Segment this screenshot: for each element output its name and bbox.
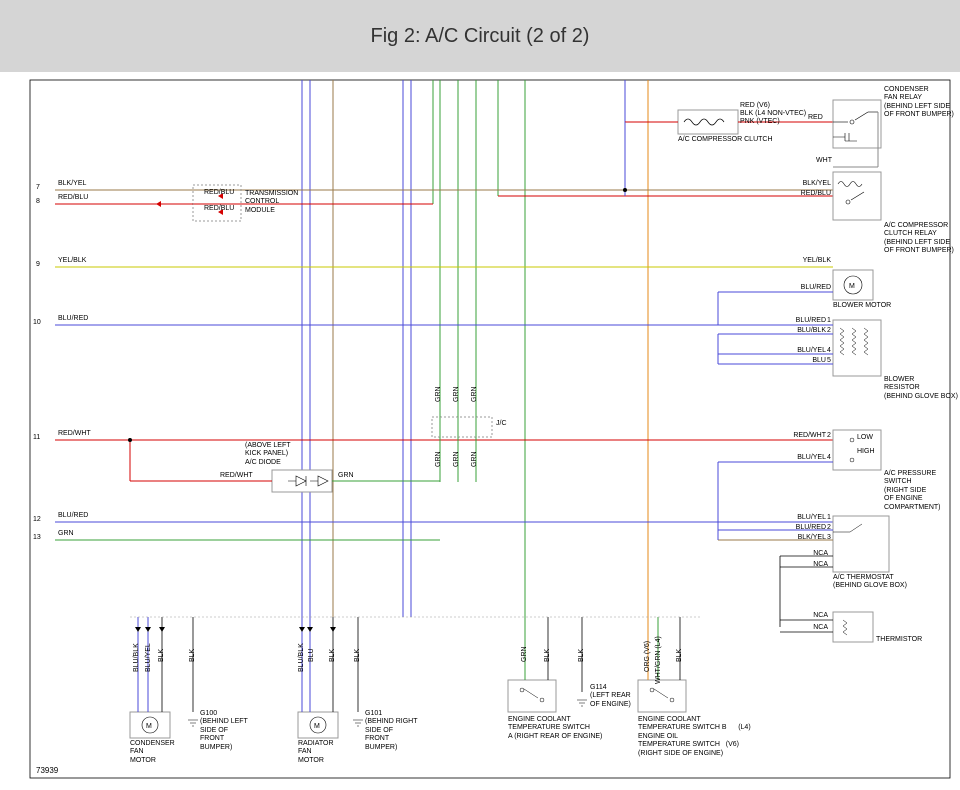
ac-comp-clutch-relay-label: A/C COMPRESSOR CLUTCH RELAY (BEHIND LEFT… [884, 222, 954, 256]
g114-label: G114 (LEFT REAR OF ENGINE) [590, 684, 631, 709]
wire-grn-jc2: GRN [453, 386, 461, 402]
wire-blu-yel-cfm: BLU/YEL [145, 643, 153, 672]
pin-7: 7 [36, 184, 40, 191]
wire-red-top: RED [808, 114, 823, 122]
ac-diode-label: (ABOVE LEFT KICK PANEL) A/C DIODE [245, 442, 291, 467]
tcm-label: TRANSMISSION CONTROL MODULE [245, 190, 298, 215]
wire-blk-g101: BLK [354, 649, 362, 662]
thermistor-label: THERMISTOR [876, 636, 922, 644]
wire-blu-yel-res: BLU/YEL [790, 347, 826, 355]
ac-pressure-switch-label: A/C PRESSURE SWITCH (RIGHT SIDE OF ENGIN… [884, 470, 941, 512]
pin-11: 11 [33, 434, 40, 441]
wire-grn-jc6: GRN [471, 451, 479, 467]
wire-red-blu-tcm1: RED/BLU [204, 189, 234, 197]
ect-switch-b-label: ENGINE COOLANT TEMPERATURE SWITCH B (L4)… [638, 716, 751, 758]
condenser-fan-motor-label: CONDENSER FAN MOTOR [130, 740, 175, 765]
wire-blu-red-res: BLU/RED [790, 317, 826, 325]
wire-grn-jc1: GRN [435, 386, 443, 402]
wire-grn-diode: GRN [338, 472, 354, 480]
svg-text:M: M [314, 723, 320, 730]
radiator-fan-motor-label: RADIATOR FAN MOTOR [298, 740, 334, 765]
ps-4: 4 [827, 454, 831, 462]
wire-blu-blk-rfm: BLU/BLK [298, 643, 306, 672]
pin-9: 9 [36, 261, 40, 268]
wire-blu-red-10: BLU/RED [58, 315, 88, 323]
wire-blk-yel-th: BLK/YEL [790, 534, 826, 542]
wire-blk-cfm: BLK [158, 649, 166, 662]
wire-blk-ecta: BLK [544, 649, 552, 662]
blower-motor-label: BLOWER MOTOR [833, 302, 891, 310]
th-2: 2 [827, 524, 831, 532]
diagram-title: Fig 2: A/C Circuit (2 of 2) [0, 0, 960, 72]
wire-red-blu-r: RED/BLU [795, 190, 831, 198]
wire-blu-res: BLU [790, 357, 826, 365]
wire-blu-red-r1: BLU/RED [795, 284, 831, 292]
wire-grn-jc3: GRN [471, 386, 479, 402]
wire-grn-13: GRN [58, 530, 74, 538]
wire-yel-blk-r: YEL/BLK [795, 257, 831, 265]
wire-red-blu-tcm2: RED/BLU [204, 205, 234, 213]
wire-blk-rfm: BLK [329, 649, 337, 662]
wire-blu-blk-res: BLU/BLK [790, 327, 826, 335]
wire-blu-rfm: BLU [308, 648, 316, 662]
wire-pnk-vtec: PNK (VTEC) [740, 118, 780, 126]
wire-yel-blk-9: YEL/BLK [58, 257, 86, 265]
wire-grn-jc5: GRN [453, 451, 461, 467]
wire-blk-g100: BLK [189, 649, 197, 662]
wire-blu-yel-th: BLU/YEL [790, 514, 826, 522]
condenser-fan-relay-label: CONDENSER FAN RELAY (BEHIND LEFT SIDE OF… [884, 86, 954, 120]
wire-red-wht-ps: RED/WHT [790, 432, 826, 440]
svg-text:M: M [849, 283, 855, 290]
g100-label: G100 (BEHIND LEFT SIDE OF FRONT BUMPER) [200, 710, 248, 752]
res-1: 1 [827, 317, 831, 325]
pin-8: 8 [36, 198, 40, 205]
ps-high: HIGH [857, 448, 875, 456]
wire-red-wht-11: RED/WHT [58, 430, 91, 438]
wire-blk-ectb: BLK [676, 649, 684, 662]
ect-switch-a-label: ENGINE COOLANT TEMPERATURE SWITCH A (RIG… [508, 716, 602, 741]
wire-red-blu-8: RED/BLU [58, 194, 88, 202]
wire-wht: WHT [810, 157, 832, 165]
wire-blu-red-th: BLU/RED [790, 524, 826, 532]
blower-resistor-label: BLOWER RESISTOR (BEHIND GLOVE BOX) [884, 376, 958, 401]
res-5: 5 [827, 357, 831, 365]
wire-blk-yel-r: BLK/YEL [795, 180, 831, 188]
svg-text:M: M [146, 723, 152, 730]
th-3: 3 [827, 534, 831, 542]
g101-label: G101 (BEHIND RIGHT SIDE OF FRONT BUMPER) [365, 710, 418, 752]
th-1: 1 [827, 514, 831, 522]
ac-compressor-clutch-label: A/C COMPRESSOR CLUTCH [678, 136, 773, 144]
jc-label: J/C [496, 420, 507, 428]
wiring-diagram: M M [0, 72, 960, 790]
pin-12: 12 [33, 516, 41, 523]
wire-blu-blk-cfm: BLU/BLK [133, 643, 141, 672]
wire-blu-red-12: BLU/RED [58, 512, 88, 520]
wire-nca-3: NCA [800, 612, 828, 620]
wire-nca-2: NCA [800, 561, 828, 569]
res-4: 4 [827, 347, 831, 355]
doc-id: 73939 [36, 766, 58, 776]
wire-nca-1: NCA [800, 550, 828, 558]
wire-blu-yel-ps: BLU/YEL [790, 454, 826, 462]
ac-thermostat-label: A/C THERMOSTAT (BEHIND GLOVE BOX) [833, 574, 907, 591]
pin-10: 10 [33, 319, 41, 326]
wire-blk-g114: BLK [578, 649, 586, 662]
wire-red-wht-diode: RED/WHT [220, 472, 253, 480]
wire-wht-grn-l4: WHT/GRN (L4) [655, 636, 663, 684]
ps-2: 2 [827, 432, 831, 440]
wire-grn-ecta: GRN [521, 646, 529, 662]
wire-grn-jc4: GRN [435, 451, 443, 467]
res-2: 2 [827, 327, 831, 335]
pin-13: 13 [33, 534, 41, 541]
ps-low: LOW [857, 434, 873, 442]
wire-org-v6: ORG (V6) [644, 641, 652, 672]
wire-blk-yel-7: BLK/YEL [58, 180, 86, 188]
wire-nca-4: NCA [800, 624, 828, 632]
